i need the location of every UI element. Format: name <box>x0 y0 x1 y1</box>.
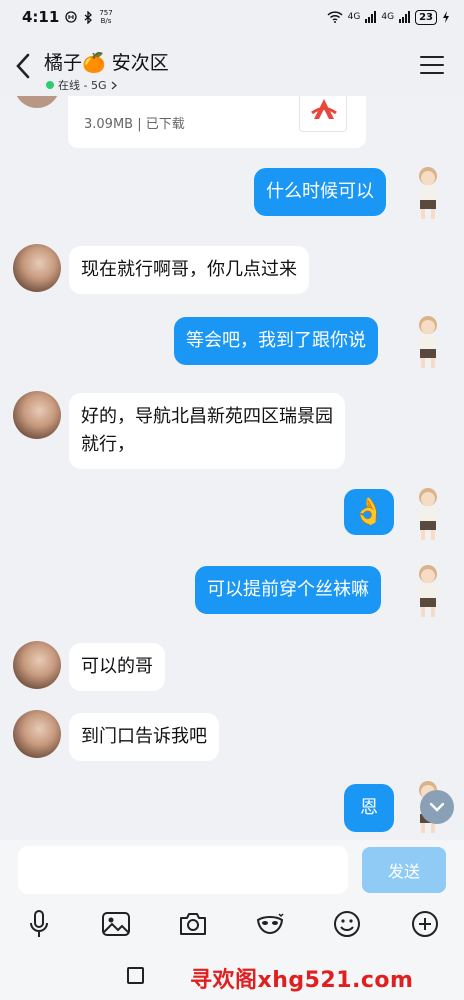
my-avatar[interactable] <box>408 562 448 622</box>
contact-avatar[interactable] <box>13 391 61 439</box>
network-speed: 757 B/s <box>99 9 112 25</box>
system-nav-bar: 寻欢阁xhg521.com <box>0 956 464 1000</box>
signal-icon <box>365 11 377 23</box>
microphone-icon[interactable] <box>21 906 57 942</box>
my-avatar[interactable] <box>408 164 448 224</box>
online-status-text: 在线 - 5G <box>58 79 107 92</box>
status-bar: 4:11 757 B/s 4G 4G 23 <box>0 0 464 34</box>
mask-icon[interactable] <box>252 906 288 942</box>
watermark: 寻欢阁xhg521.com <box>190 968 414 993</box>
online-status[interactable]: 在线 - 5G <box>46 77 117 93</box>
clock: 4:11 <box>22 8 60 26</box>
incoming-message[interactable]: 到门口告诉我吧 <box>69 713 219 761</box>
bluetooth-icon <box>84 10 93 24</box>
recent-apps-button[interactable] <box>127 967 144 984</box>
hd-call-icon <box>65 11 77 23</box>
file-meta: 3.09MB | 已下载 <box>84 117 185 132</box>
menu-button[interactable] <box>420 56 444 78</box>
outgoing-message[interactable]: 等会吧，我到了跟你说 <box>174 317 378 365</box>
incoming-message[interactable]: 好的，导航北昌新苑四区瑞景园 就行， <box>69 393 345 469</box>
chevron-left-icon <box>16 53 30 79</box>
message-line: 就行， <box>81 434 135 455</box>
send-button[interactable]: 发送 <box>362 847 446 893</box>
scroll-to-bottom-button[interactable] <box>420 790 454 824</box>
outgoing-message[interactable]: 什么时候可以 <box>254 168 386 216</box>
contact-avatar[interactable] <box>13 710 61 758</box>
camera-icon[interactable] <box>175 906 211 942</box>
image-icon[interactable] <box>98 906 134 942</box>
online-dot <box>46 81 54 89</box>
outgoing-message[interactable]: 可以提前穿个丝袜嘛 <box>195 566 381 614</box>
speed-unit: B/s <box>100 17 112 25</box>
chat-header: 橘子🍊 安次区 在线 - 5G <box>0 34 464 96</box>
chevron-right-icon <box>111 81 117 89</box>
my-avatar[interactable] <box>408 313 448 373</box>
menu-line <box>420 72 444 74</box>
battery-level: 23 <box>415 9 437 25</box>
chevron-down-icon <box>429 802 445 812</box>
my-avatar[interactable] <box>408 485 448 545</box>
speed-value: 757 <box>99 9 113 17</box>
outgoing-message[interactable]: 恩 <box>344 784 394 832</box>
input-toolbar <box>0 906 464 942</box>
signal-icon <box>399 11 411 23</box>
contact-name[interactable]: 橘子🍊 安次区 <box>44 48 169 75</box>
ok-hand-emoji: 👌 <box>352 497 386 527</box>
network-type: 4G <box>347 12 361 22</box>
outgoing-emoji-message[interactable]: 👌 <box>344 489 394 535</box>
menu-line <box>420 56 444 58</box>
chat-area[interactable]: 3.09MB | 已下载 什么时候可以 现在就行啊哥，你几点过来 等会吧，我到了… <box>0 0 464 840</box>
incoming-message[interactable]: 现在就行啊哥，你几点过来 <box>69 246 309 294</box>
incoming-message[interactable]: 可以的哥 <box>69 643 165 691</box>
message-input[interactable] <box>18 846 348 894</box>
emoji-icon[interactable] <box>329 906 365 942</box>
input-area: 发送 寻欢阁xhg521.com <box>0 840 464 1000</box>
message-line: 好的，导航北昌新苑四区瑞景园 <box>81 406 333 427</box>
charging-icon <box>443 11 449 23</box>
plus-icon[interactable] <box>407 906 443 942</box>
network-type-2: 4G <box>381 12 395 22</box>
contact-avatar[interactable] <box>13 244 61 292</box>
back-button[interactable] <box>12 52 36 80</box>
menu-line <box>420 64 444 66</box>
wifi-icon <box>327 11 343 23</box>
contact-avatar[interactable] <box>13 641 61 689</box>
